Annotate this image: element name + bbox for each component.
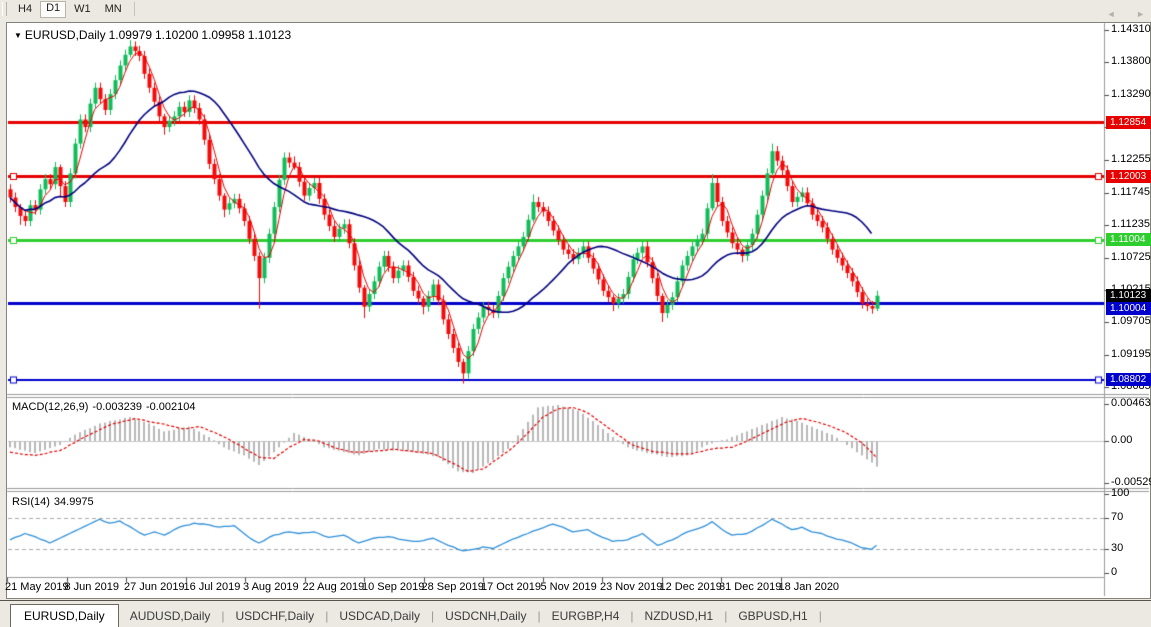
price-badge: 1.10004 <box>1106 302 1151 316</box>
time-axis-label: 5 Nov 2019 <box>540 581 597 593</box>
price-badge: 1.08802 <box>1106 373 1151 387</box>
macd-value-signal: -0.002104 <box>145 401 196 413</box>
time-axis-label: 22 Aug 2019 <box>302 581 365 593</box>
tab-audusd[interactable]: AUDUSD,Daily <box>119 605 222 627</box>
price-badge: 1.11004 <box>1106 233 1151 247</box>
tab-eurusd[interactable]: EURUSD,Daily <box>10 604 119 627</box>
price-axis-label: 1.09195 <box>1111 347 1151 360</box>
ohlc-close: 1.10123 <box>247 28 292 42</box>
rsi-label: RSI(14) 34.9975 <box>12 496 98 508</box>
price-chart-canvas[interactable] <box>0 0 1151 627</box>
rsi-value: 34.9975 <box>53 496 94 508</box>
price-axis-label: 1.14310 <box>1111 23 1151 35</box>
time-axis-label: 31 Dec 2019 <box>719 581 782 593</box>
tab-usdchf[interactable]: USDCHF,Daily <box>225 605 326 627</box>
time-axis-label: 23 Nov 2019 <box>600 581 663 593</box>
tab-separator: | <box>818 609 822 623</box>
rsi-axis-label: 0 <box>1111 566 1118 578</box>
chart-title: ▼ EURUSD,Daily 1.09979 1.10200 1.09958 1.1012… <box>14 28 294 42</box>
chart-symbol: EURUSD,Daily <box>24 28 106 42</box>
time-axis-label: 28 Sep 2019 <box>421 581 484 593</box>
macd-value-main: -0.003239 <box>92 401 142 413</box>
macd-axis-label: 0.00463 <box>1111 396 1151 409</box>
rsi-axis-label: 30 <box>1111 542 1124 555</box>
price-badge: 1.12854 <box>1106 115 1151 129</box>
price-axis-label: 1.12255 <box>1111 153 1151 166</box>
time-axis-label: 12 Dec 2019 <box>659 581 722 593</box>
time-axis-label: 3 Aug 2019 <box>243 581 299 593</box>
time-axis-label: 21 May 2019 <box>5 581 69 593</box>
time-axis-label: 18 Jan 2020 <box>778 581 840 593</box>
price-axis-label: 1.13800 <box>1111 55 1151 68</box>
ohlc-low: 1.09958 <box>201 28 245 42</box>
chevron-down-icon: ▼ <box>14 31 22 40</box>
macd-axis-label: 0.00 <box>1111 434 1133 446</box>
time-axis-label: 16 Jul 2019 <box>183 581 241 593</box>
price-badge: 1.12003 <box>1106 169 1151 183</box>
rsi-name: RSI(14) <box>12 496 50 508</box>
price-axis-label: 1.13290 <box>1111 87 1151 100</box>
rsi-axis-label: 100 <box>1111 487 1130 499</box>
macd-name: MACD(12,26,9) <box>12 401 89 413</box>
time-axis-label: 27 Jun 2019 <box>124 581 185 593</box>
tab-usdcad[interactable]: USDCAD,Daily <box>328 605 431 627</box>
time-axis-label: 8 Jun 2019 <box>64 581 119 593</box>
tab-eurgbp[interactable]: EURGBP,H4 <box>541 605 631 627</box>
tab-scroll-left-icon[interactable]: ◄ <box>1107 9 1116 19</box>
tab-scroll-right-icon[interactable]: ► <box>1136 9 1145 19</box>
mt4-app: H4D1W1MN ▼EURUSD,Daily1.099791.102001.09… <box>0 0 1151 627</box>
tab-usdcnh[interactable]: USDCNH,Daily <box>434 605 537 627</box>
price-axis-label: 1.09705 <box>1111 315 1151 328</box>
price-axis-label: 1.11745 <box>1111 185 1150 198</box>
tab-nzdusd[interactable]: NZDUSD,H1 <box>634 605 725 627</box>
ohlc-open: 1.09979 <box>108 28 152 42</box>
price-axis-label: 1.11235 <box>1111 218 1150 231</box>
tab-scroll-arrows: ◄ ► <box>1089 9 1145 19</box>
ohlc-high: 1.10200 <box>155 28 199 42</box>
macd-label: MACD(12,26,9) -0.003239 -0.002104 <box>12 401 200 413</box>
time-axis-label: 10 Sep 2019 <box>362 581 425 593</box>
price-axis-label: 1.10725 <box>1111 250 1151 263</box>
rsi-axis-label: 70 <box>1111 510 1124 523</box>
time-axis-label: 17 Oct 2019 <box>481 581 541 593</box>
tab-gbpusd[interactable]: GBPUSD,H1 <box>727 605 818 627</box>
chart-tab-bar: EURUSD,Daily AUDUSD,Daily | USDCHF,Daily | US… <box>0 600 1151 627</box>
price-badge: 1.10123 <box>1106 289 1151 303</box>
chart-tabs: EURUSD,Daily AUDUSD,Daily | USDCHF,Daily | US… <box>0 604 822 627</box>
